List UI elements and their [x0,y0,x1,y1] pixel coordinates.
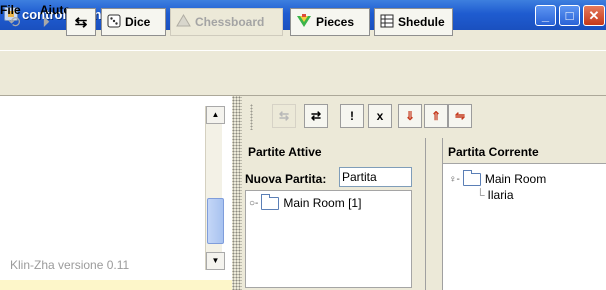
nuova-partita-input[interactable] [339,167,412,187]
version-text: Klin-Zha versione 0.11 [10,258,130,272]
pieces-button[interactable]: Pieces [290,8,370,36]
folder-icon [462,169,481,186]
folder-icon [261,193,280,210]
tree-handle-icon: ○- [249,197,259,209]
inner-close-icon[interactable]: x [368,104,392,128]
partite-attive-title: Partite Attive [248,145,322,159]
pieces-icon [296,13,312,31]
pieces-label: Pieces [316,15,355,29]
scrollbar-thumb[interactable] [207,198,224,244]
inner-swap-icon[interactable]: ⇆ [272,104,296,128]
inner-download-icon[interactable]: ⇓ [398,104,422,128]
inner-transfer-icon[interactable]: ⇋ [448,104,472,128]
vertical-scrollbar[interactable]: ▲ ▼ [205,106,225,270]
swap-button[interactable]: ⇆ [66,8,96,36]
close-button[interactable]: ✕ [583,5,605,26]
room-label: Main Room [1] [283,196,362,210]
warning-triangle-icon [176,14,191,30]
dice-icon [107,14,121,31]
tree-expanded-icon[interactable]: ♀- [449,174,460,185]
scroll-up-icon[interactable]: ▲ [206,106,225,124]
partita-corrente-title: Partita Corrente [448,145,539,159]
inner-exchange-icon[interactable]: ⇄ [304,104,328,128]
main-toolbar [0,50,606,96]
room-label: Main Room [484,172,547,186]
minimize-button[interactable]: _ [535,5,556,26]
tree-item-room[interactable]: ♀- Main Room [449,169,547,186]
tree-line: └ [476,188,485,202]
tree-item-player[interactable]: └ Ilaria [476,188,514,202]
scroll-down-icon[interactable]: ▼ [206,252,225,270]
chessboard-label: Chessboard [195,15,265,29]
inner-exclamation-icon[interactable]: ! [340,104,364,128]
split-pane-divider[interactable] [232,96,242,290]
chessboard-button[interactable]: Chessboard [170,8,283,36]
log-panel [0,96,232,280]
list-item[interactable]: ○- Main Room [1] [249,193,362,210]
shedule-label: Shedule [398,15,445,29]
nuova-partita-label: Nuova Partita: [245,172,327,186]
player-label: Ilaria [487,188,514,202]
undo-icon[interactable]: ⟲ [4,13,24,33]
shedule-button[interactable]: Shedule [374,8,453,36]
dice-label: Dice [125,15,151,29]
play-icon[interactable]: ⏵ [36,13,56,33]
inner-upload-icon[interactable]: ⇑ [424,104,448,128]
inner-toolbar-grip[interactable] [250,104,256,130]
table-icon [380,14,394,31]
maximize-button[interactable]: □ [559,5,580,26]
dice-button[interactable]: Dice [101,8,166,36]
